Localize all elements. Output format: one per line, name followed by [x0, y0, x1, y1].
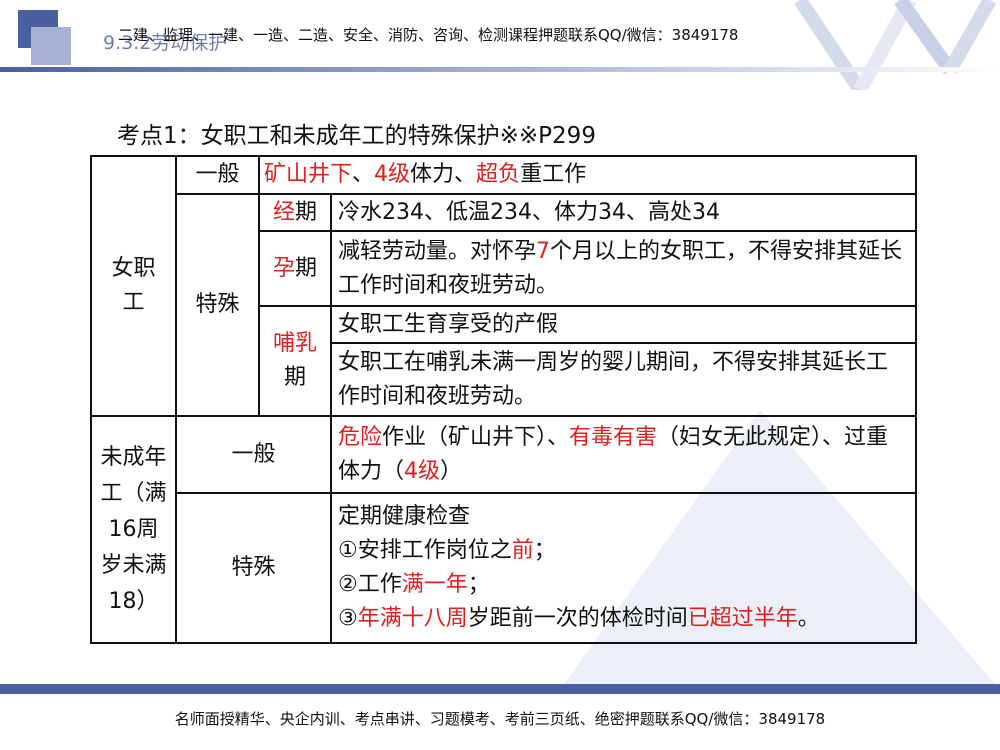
text-run: ； — [467, 572, 490, 597]
minor-general-text: 危险作业（矿山井下）、有毒有害（妇女无此规定）、过重体力（4级） — [330, 415, 917, 494]
logo-square-light — [31, 27, 71, 65]
female-general-text: 矿山井下、4级体力、超负重工作 — [258, 155, 917, 195]
text-run: 。 — [797, 606, 820, 631]
text-run: 减轻劳动量。对怀孕 — [338, 238, 537, 264]
highlight-text: 矿山井下 — [264, 162, 353, 187]
text-run: 定期健康检查 — [338, 504, 471, 529]
nursing-text-1: 女职工生育享受的产假 — [330, 305, 917, 344]
watermark-text: 二建、监理、一建、一造、二造、安全、消防、咨询、检测课程押题联系QQ/微信：38… — [118, 26, 739, 44]
highlight-text: 危险 — [338, 424, 383, 450]
highlight-text: 年满十八周 — [357, 606, 468, 631]
text-run: 作业（矿山井下）、 — [382, 424, 570, 450]
highlight-text: 7 — [536, 238, 551, 264]
protection-table: 女职工 一般 矿山井下、4级体力、超负重工作 特殊 经期 冷水234、低温234… — [90, 155, 917, 644]
footer-bar — [0, 684, 1000, 694]
highlight-text: 孕 — [272, 255, 295, 281]
female-general-label: 一般 — [175, 155, 260, 195]
highlight-text: 满一年 — [401, 572, 468, 597]
pregnancy-label: 孕期 — [258, 230, 332, 307]
text-run: 期 — [295, 255, 318, 281]
text-run: 期 — [295, 199, 318, 225]
minor-special-label: 特殊 — [175, 492, 332, 644]
text-run: ②工作 — [338, 572, 402, 597]
highlight-text: 前 — [511, 538, 534, 563]
nursing-label: 哺乳期 — [258, 305, 332, 417]
minor-label: 未成年工（满16周岁未满18） — [90, 415, 177, 644]
text-run: 岁距前一次的体检时间 — [467, 606, 688, 631]
text-run: 体力、 — [410, 162, 477, 187]
text-run: 重工作 — [520, 162, 587, 187]
slide-title: 考点1：女职工和未成年工的特殊保护※※P299 — [117, 123, 596, 149]
female-special-label: 特殊 — [175, 193, 260, 417]
highlight-text: 4级 — [404, 458, 441, 484]
menstrual-label: 经期 — [258, 193, 332, 232]
highlight-text: 超负 — [476, 162, 521, 187]
text-run: ①安排工作岗位之 — [338, 538, 512, 563]
pregnancy-text: 减轻劳动量。对怀孕7个月以上的女职工，不得安排其延长工作时间和夜班劳动。 — [330, 230, 917, 307]
highlight-text: 经 — [272, 199, 295, 225]
menstrual-text: 冷水234、低温234、体力34、高处34 — [330, 193, 917, 232]
special-line: ②工作满一年； — [338, 568, 909, 602]
special-line: ①安排工作岗位之前； — [338, 534, 909, 568]
text-run: 、 — [352, 162, 375, 187]
header-decoration — [794, 0, 997, 90]
highlight-text: 4级 — [374, 162, 411, 187]
female-label: 女职工 — [90, 155, 177, 417]
minor-general-label: 一般 — [175, 415, 332, 494]
special-line: 定期健康检查 — [338, 500, 909, 534]
header-divider — [0, 67, 1000, 72]
special-line: ③年满十八周岁距前一次的体检时间已超过半年。 — [338, 602, 909, 636]
text-run: ③ — [338, 606, 358, 631]
footer-text: 名师面授精华、央企内训、考点串讲、习题模考、考前三页纸、绝密押题联系QQ/微信：… — [174, 710, 826, 728]
highlight-text: 已超过半年 — [687, 606, 798, 631]
nursing-text-2: 女职工在哺乳未满一周岁的婴儿期间，不得安排其延长工作时间和夜班劳动。 — [330, 342, 917, 417]
text-run: ） — [440, 458, 463, 484]
text-run: ； — [533, 538, 556, 563]
highlight-text: 有毒有害 — [569, 424, 658, 450]
minor-special-text: 定期健康检查 ①安排工作岗位之前； ②工作满一年； ③年满十八周岁距前一次的体检时间已… — [330, 492, 917, 644]
